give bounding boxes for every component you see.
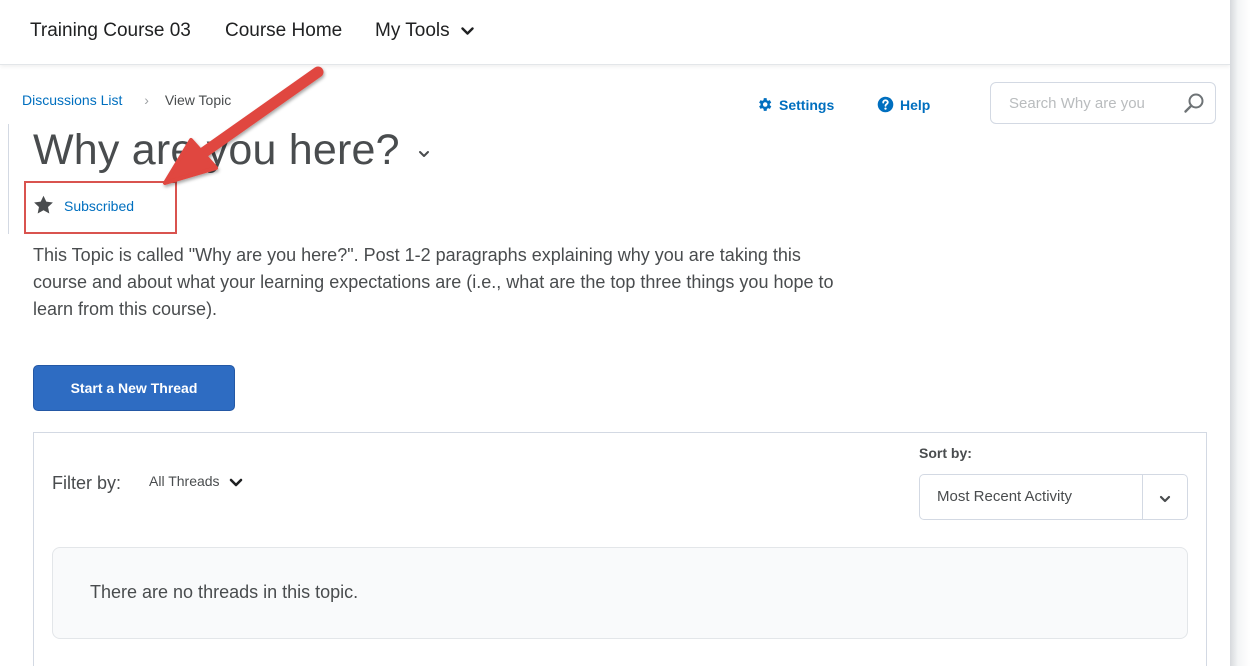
empty-threads-text: There are no threads in this topic. (90, 582, 359, 602)
search-box (990, 82, 1216, 124)
nav-my-tools[interactable]: My Tools (375, 20, 474, 42)
nav-course-name[interactable]: Training Course 03 (30, 20, 191, 42)
page-title: Why are you here? (33, 126, 400, 174)
chevron-down-icon[interactable] (418, 146, 430, 164)
chevron-down-icon (230, 478, 243, 487)
chevron-down-icon (1159, 491, 1171, 509)
topic-description: This Topic is called "Why are you here?"… (33, 245, 834, 319)
window-edge (1230, 0, 1250, 666)
start-new-thread-button[interactable]: Start a New Thread (33, 365, 235, 411)
search-input[interactable] (991, 83, 1189, 123)
settings-link[interactable]: Settings (756, 96, 834, 113)
breadcrumb-current: View Topic (164, 92, 232, 108)
filter-dropdown[interactable]: All Threads (149, 473, 243, 489)
breadcrumb-separator-icon: › (144, 92, 149, 108)
breadcrumb-discussions-list[interactable]: Discussions List (22, 92, 122, 108)
help-link[interactable]: Help (877, 96, 930, 113)
empty-threads-message: There are no threads in this topic. (52, 547, 1188, 639)
nav-my-tools-label: My Tools (375, 20, 450, 42)
page: Training Course 03 Course Home My Tools … (0, 0, 1250, 666)
top-navbar: Training Course 03 Course Home My Tools (0, 0, 1230, 65)
settings-label: Settings (779, 97, 835, 113)
sort-select[interactable]: Most Recent Activity (919, 474, 1188, 520)
help-label: Help (900, 97, 931, 113)
sort-label: Sort by: (919, 445, 972, 461)
sort-divider (1142, 475, 1143, 519)
breadcrumb: Discussions List › View Topic (22, 92, 231, 108)
nav-course-home[interactable]: Course Home (225, 20, 342, 42)
sort-selected-value: Most Recent Activity (937, 488, 1073, 505)
annotation-highlight-box (24, 181, 177, 234)
gear-icon (759, 98, 772, 111)
threads-panel: Filter by: All Threads Sort by: Most Rec… (33, 432, 1207, 666)
chevron-down-icon (461, 20, 474, 42)
left-panel-edge (8, 124, 13, 234)
question-circle-icon (877, 96, 894, 113)
filter-value: All Threads (149, 473, 220, 489)
search-icon[interactable] (1183, 92, 1205, 119)
filter-label: Filter by: (52, 473, 122, 493)
